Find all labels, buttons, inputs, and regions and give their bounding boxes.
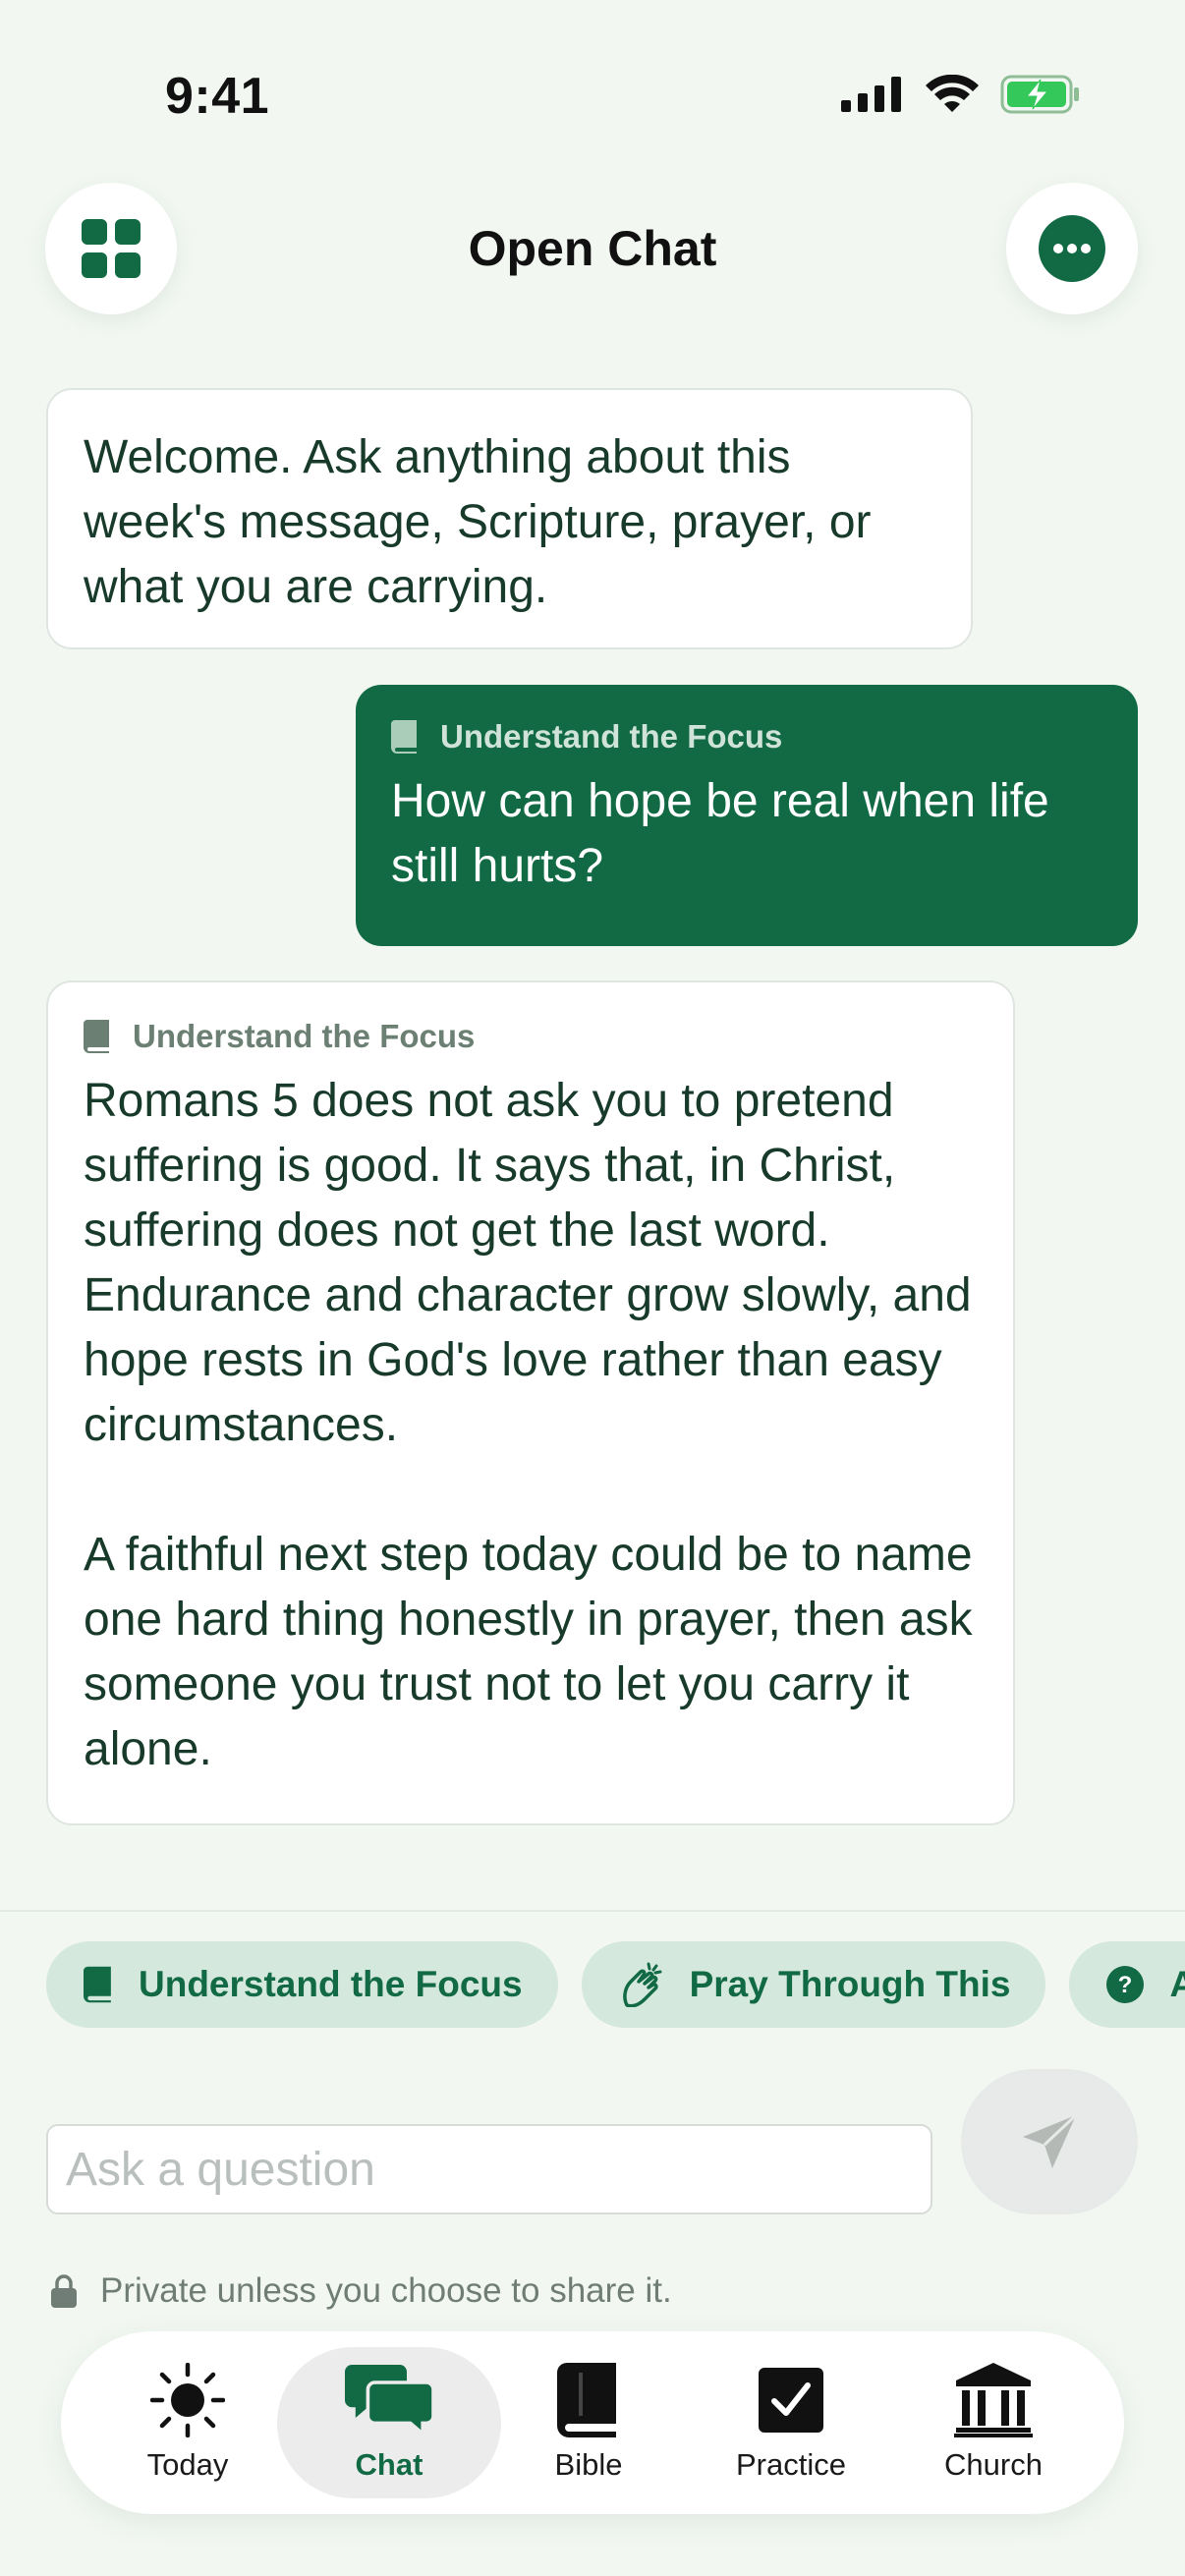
status-icons (841, 75, 1081, 114)
chip-label: A (1169, 1964, 1185, 2004)
tab-label: Chat (355, 2447, 423, 2482)
message-text: Welcome. Ask anything about this week's … (84, 431, 872, 613)
message-paragraph: Romans 5 does not ask you to pretend suf… (84, 1075, 972, 1451)
send-icon (1023, 2113, 1078, 2168)
bible-icon (557, 2363, 616, 2437)
svg-text:?: ? (1118, 1972, 1133, 1998)
tab-bible[interactable]: Bible (485, 2347, 692, 2498)
tab-today[interactable]: Today (85, 2347, 291, 2498)
lock-icon (51, 2274, 77, 2308)
book-icon (84, 1966, 111, 2003)
message-tag-label: Understand the Focus (440, 718, 783, 755)
user-message: Understand the Focus How can hope be rea… (356, 685, 1138, 946)
chat-screen: 9:41 Open Chat Welcome. Ask anything abo… (0, 0, 1185, 2576)
tab-bar: Today Chat Bible Practice Church (61, 2331, 1124, 2514)
checkbox-icon (759, 2368, 823, 2433)
status-time: 9:41 (165, 68, 270, 125)
chat-bubbles-icon (345, 2365, 433, 2438)
book-icon (391, 720, 417, 754)
book-icon (84, 1020, 109, 1053)
tab-church[interactable]: Church (890, 2347, 1097, 2498)
question-icon: ? (1106, 1966, 1145, 2003)
tab-label: Church (944, 2447, 1043, 2482)
tab-label: Today (146, 2447, 229, 2482)
message-tag: Understand the Focus (391, 718, 1102, 756)
chip-ask[interactable]: ? A (1069, 1941, 1185, 2028)
tab-chat[interactable]: Chat (277, 2347, 501, 2498)
chip-label: Pray Through This (689, 1964, 1011, 2004)
tab-label: Bible (554, 2447, 623, 2482)
header: Open Chat (0, 183, 1185, 314)
chip-label: Understand the Focus (139, 1964, 523, 2004)
privacy-text: Private unless you choose to share it. (100, 2271, 672, 2310)
chip-understand-the-focus[interactable]: Understand the Focus (46, 1941, 558, 2028)
battery-charging-icon (1000, 75, 1079, 114)
suggestion-chips: Understand the Focus Pray Through This ?… (46, 1941, 1185, 2028)
sun-icon (150, 2363, 225, 2437)
cellular-signal-icon (841, 77, 901, 112)
church-building-icon (954, 2363, 1033, 2437)
assistant-message: Understand the Focus Romans 5 does not a… (46, 980, 1015, 1825)
question-input[interactable] (46, 2124, 932, 2214)
message-tag-label: Understand the Focus (133, 1018, 476, 1054)
message-text: How can hope be real when life still hur… (391, 775, 1049, 892)
praying-hands-icon (622, 1962, 662, 2007)
chip-pray-through-this[interactable]: Pray Through This (581, 1941, 1046, 2028)
tab-label: Practice (736, 2447, 846, 2482)
privacy-note: Private unless you choose to share it. (51, 2271, 672, 2311)
assistant-message: Welcome. Ask anything about this week's … (46, 388, 973, 649)
tab-practice[interactable]: Practice (688, 2347, 894, 2498)
message-tag: Understand the Focus (84, 1018, 978, 1055)
send-button[interactable] (961, 2069, 1138, 2214)
wifi-icon (926, 75, 979, 112)
ellipsis-icon (1039, 215, 1105, 282)
status-bar: 9:41 (0, 0, 1185, 187)
more-options-button[interactable] (1006, 183, 1138, 314)
message-paragraph: A faithful next step today could be to n… (84, 1529, 973, 1775)
